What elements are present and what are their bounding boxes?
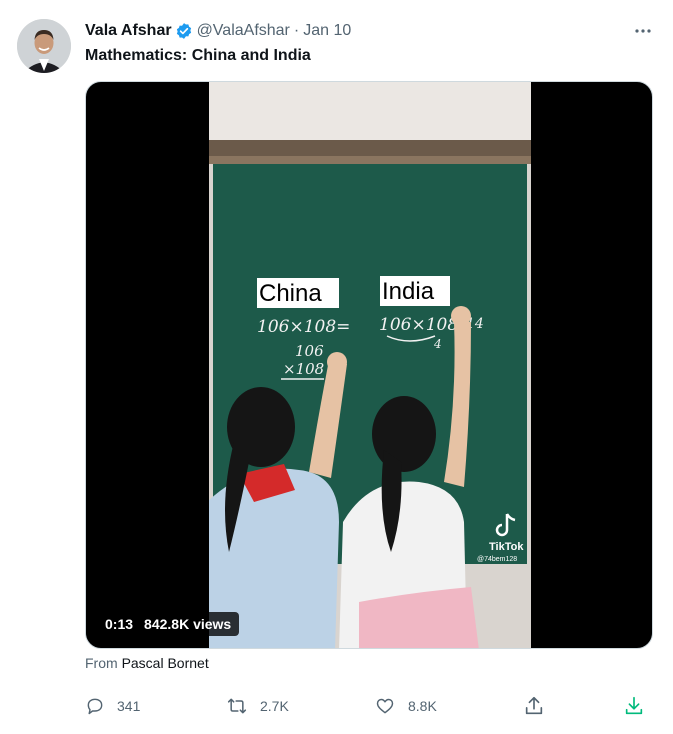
avatar[interactable] [17,19,71,73]
retweet-count: 2.7K [260,698,289,714]
tweet-date[interactable]: Jan 10 [303,22,351,40]
download-icon [625,696,643,715]
board-right-small: 4 [433,337,442,351]
download-button[interactable] [623,694,645,718]
action-bar: 341 2.7K 8.8K [85,694,653,718]
tweet-text: Mathematics: China and India [85,47,311,64]
verified-badge-icon [175,22,193,40]
more-options-icon[interactable] [632,20,654,42]
avatar-image [17,19,71,73]
author-handle[interactable]: @ValaAfshar [197,22,290,40]
video-frame: China India 106×108= 106×108 114 4 106 ×… [209,82,531,648]
tweet-header: Vala Afshar @ValaAfshar · Jan 10 [85,20,351,42]
video-views: 842.8K views [144,616,232,632]
reply-count: 341 [117,698,141,714]
author-name[interactable]: Vala Afshar [85,22,172,40]
heart-icon [376,698,394,714]
board-equation-right: 106×108 [379,315,458,335]
video-source: From Pascal Bornet [85,655,209,671]
reply-button[interactable]: 341 [85,694,140,718]
video-info-badge: 0:13 842.8K views [97,612,240,636]
like-button[interactable]: 8.8K [374,694,437,718]
like-count: 8.8K [408,698,437,714]
tweet: Vala Afshar @ValaAfshar · Jan 10 Mathema… [0,0,673,734]
reply-icon [87,698,103,715]
video-player[interactable]: China India 106×108= 106×108 114 4 106 ×… [85,81,653,649]
board-label-india: India [382,278,435,305]
share-button[interactable] [523,694,545,718]
source-link[interactable]: Pascal Bornet [122,655,209,671]
board-label-china: China [259,280,322,307]
board-equation-left: 106×108= [257,317,350,337]
separator: · [293,22,300,39]
share-icon [525,696,543,715]
retweet-icon [227,698,247,714]
board-column-top: 106 [295,342,324,360]
tiktok-user: @74bem128 [477,556,517,563]
board-column-bottom: ×108 [283,360,324,378]
tiktok-watermark: TikTok [489,541,524,553]
source-prefix: From [85,655,118,671]
retweet-button[interactable]: 2.7K [226,694,289,718]
video-time: 0:13 [105,616,134,632]
